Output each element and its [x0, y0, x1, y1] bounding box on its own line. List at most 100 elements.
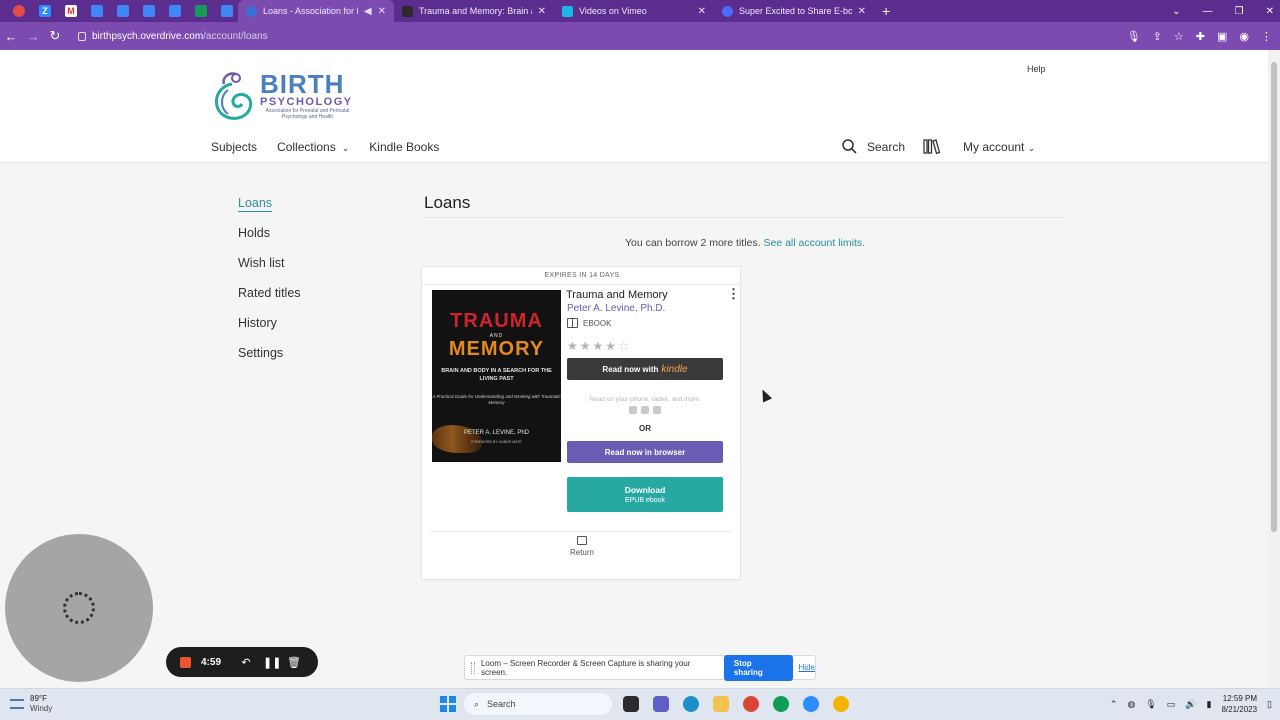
stop-recording-icon[interactable]	[180, 656, 191, 668]
microphone-icon[interactable]: 🎙	[1145, 699, 1156, 710]
close-icon[interactable]: ✕	[378, 6, 386, 17]
book-author[interactable]: Peter A. Levine, Ph.D.	[567, 303, 665, 314]
help-link[interactable]: Help	[1027, 64, 1046, 74]
sidebar-item-loans[interactable]: Loans	[238, 196, 301, 226]
return-button[interactable]: Return	[562, 536, 602, 557]
sidebar-item-rated-titles[interactable]: Rated titles	[238, 286, 301, 316]
my-account-menu[interactable]: My account ⌄	[963, 140, 1035, 154]
stop-sharing-button[interactable]: Stop sharing	[723, 654, 793, 681]
lock-icon[interactable]	[78, 31, 86, 41]
docs-tab-icon[interactable]	[164, 1, 186, 21]
file-explorer-app-icon[interactable]	[620, 693, 642, 715]
tab-loans[interactable]: Loans - Association for Prena ◀ ✕	[238, 0, 394, 22]
zoom-app-icon[interactable]	[800, 693, 822, 715]
chrome-app-icon[interactable]	[740, 693, 762, 715]
network-icon[interactable]: ◍	[1127, 699, 1135, 710]
forward-icon[interactable]: →	[22, 29, 44, 44]
search-link[interactable]: Search	[867, 140, 905, 154]
star-icon[interactable]: ★	[580, 339, 591, 353]
sidebar-item-settings[interactable]: Settings	[238, 346, 301, 376]
restore-icon[interactable]: ❐	[1235, 6, 1244, 17]
battery-icon[interactable]: ▮	[1207, 699, 1212, 710]
book-title[interactable]: Trauma and Memory	[566, 289, 668, 301]
tab-title: Videos on Vimeo	[579, 6, 647, 16]
windows-start-icon[interactable]	[440, 696, 456, 712]
gmail-tab-icon[interactable]: M	[60, 1, 82, 21]
docs-tab-icon[interactable]	[86, 1, 108, 21]
download-button[interactable]: Download EPUB ebook	[567, 477, 723, 512]
more-options-icon[interactable]: ⋮	[727, 287, 740, 300]
site-logo[interactable]: BIRTH PSYCHOLOGY Association for Prenata…	[210, 68, 355, 124]
nav-subjects[interactable]: Subjects	[211, 140, 257, 154]
star-icon[interactable]: ★	[593, 339, 604, 353]
sidebar-icon[interactable]: ▣	[1217, 30, 1227, 43]
star-icon[interactable]: ★	[567, 339, 578, 353]
new-tab-button[interactable]: +	[874, 3, 898, 19]
chrome-profile-app-icon[interactable]	[770, 693, 792, 715]
clock[interactable]: 12:59 PM 8/21/2023	[1221, 693, 1257, 715]
hide-link[interactable]: Hide	[799, 663, 815, 672]
windows-taskbar: 89°F Windy ⌕ Search ⌃ ◍ 🎙 ▭ 🔊 ▮ 12:59 PM…	[0, 688, 1280, 720]
chrome-app-icon[interactable]	[830, 693, 852, 715]
menu-icon[interactable]: ⋮	[1261, 30, 1272, 43]
folder-app-icon[interactable]	[710, 693, 732, 715]
star-icon[interactable]: ☆	[1174, 30, 1184, 43]
pinned-tab-icon[interactable]	[8, 1, 30, 21]
volume-icon[interactable]: 🔊	[1185, 699, 1196, 710]
read-with-kindle-button[interactable]: Read now with kindle	[567, 358, 723, 380]
close-window-icon[interactable]: ✕	[1266, 6, 1274, 17]
tab-trauma-memory[interactable]: Trauma and Memory: Brain and B ✕	[394, 0, 554, 22]
docs-tab-icon[interactable]	[216, 1, 238, 21]
star-icon[interactable]: ★	[605, 339, 616, 353]
nav-kindle-books[interactable]: Kindle Books	[369, 140, 439, 154]
borrow-count-text: You can borrow 2 more titles.	[624, 237, 761, 249]
chevron-up-icon[interactable]: ⌃	[1110, 699, 1118, 710]
close-icon[interactable]: ✕	[538, 6, 546, 17]
trash-icon[interactable]: 🗑	[287, 656, 301, 669]
account-limits-link[interactable]: See all account limits.	[763, 237, 865, 249]
close-icon[interactable]: ✕	[698, 6, 706, 17]
microphone-icon[interactable]: 🎙	[1127, 30, 1141, 43]
book-cover[interactable]: TRAUMA AND MEMORY BRAIN AND BODY IN A SE…	[432, 290, 561, 462]
sidebar-item-holds[interactable]: Holds	[238, 226, 301, 256]
back-icon[interactable]: ←	[0, 29, 22, 44]
extensions-icon[interactable]: ✚	[1196, 30, 1205, 43]
loom-controls: 4:59 ↶ ❚❚ 🗑	[166, 647, 318, 677]
sidebar-item-history[interactable]: History	[238, 316, 301, 346]
profile-icon[interactable]: ◉	[1239, 30, 1249, 43]
close-icon[interactable]: ✕	[858, 6, 866, 17]
tab-ebook[interactable]: Super Excited to Share E-book Ti ✕	[714, 0, 874, 22]
reload-icon[interactable]: ↻	[44, 28, 66, 44]
weather-widget[interactable]: 89°F Windy	[10, 694, 52, 714]
minimize-icon[interactable]: —	[1203, 6, 1213, 17]
cover-title-line2: MEMORY	[448, 338, 545, 360]
nav-collections[interactable]: Collections ⌄	[277, 140, 349, 154]
bookshelf-icon[interactable]	[923, 139, 941, 154]
docs-tab-icon[interactable]	[112, 1, 134, 21]
address-bar[interactable]: birthpsych.overdrive.com/account/loans	[72, 25, 1112, 47]
taskbar-search[interactable]: ⌕ Search	[464, 693, 612, 715]
sidebar-item-wish-list[interactable]: Wish list	[238, 256, 301, 286]
zoom-tab-icon[interactable]: Z	[34, 1, 56, 21]
pause-icon[interactable]: ❚❚	[263, 656, 281, 669]
tab-vimeo[interactable]: Videos on Vimeo ✕	[554, 0, 714, 22]
search-icon[interactable]	[842, 139, 857, 154]
docs-tab-icon[interactable]	[138, 1, 160, 21]
share-icon[interactable]: ⇪	[1153, 30, 1162, 43]
return-icon	[577, 536, 587, 545]
read-in-browser-button[interactable]: Read now in browser	[567, 441, 723, 463]
notifications-icon[interactable]: ▯	[1267, 699, 1272, 710]
star-rating[interactable]: ★ ★ ★ ★ ☆	[567, 339, 629, 353]
undo-icon[interactable]: ↶	[239, 656, 253, 669]
drag-handle-icon[interactable]	[471, 661, 475, 674]
star-icon[interactable]: ☆	[618, 339, 629, 353]
scrollbar-thumb[interactable]	[1271, 62, 1277, 532]
page-scrollbar[interactable]	[1268, 50, 1280, 688]
tab-search-icon[interactable]: ⌄	[1172, 6, 1180, 17]
chat-app-icon[interactable]	[650, 693, 672, 715]
edge-app-icon[interactable]	[680, 693, 702, 715]
sheets-tab-icon[interactable]	[190, 1, 212, 21]
mouse-cursor	[757, 387, 773, 403]
display-icon[interactable]: ▭	[1167, 699, 1176, 710]
speaker-icon[interactable]: ◀	[364, 6, 372, 17]
